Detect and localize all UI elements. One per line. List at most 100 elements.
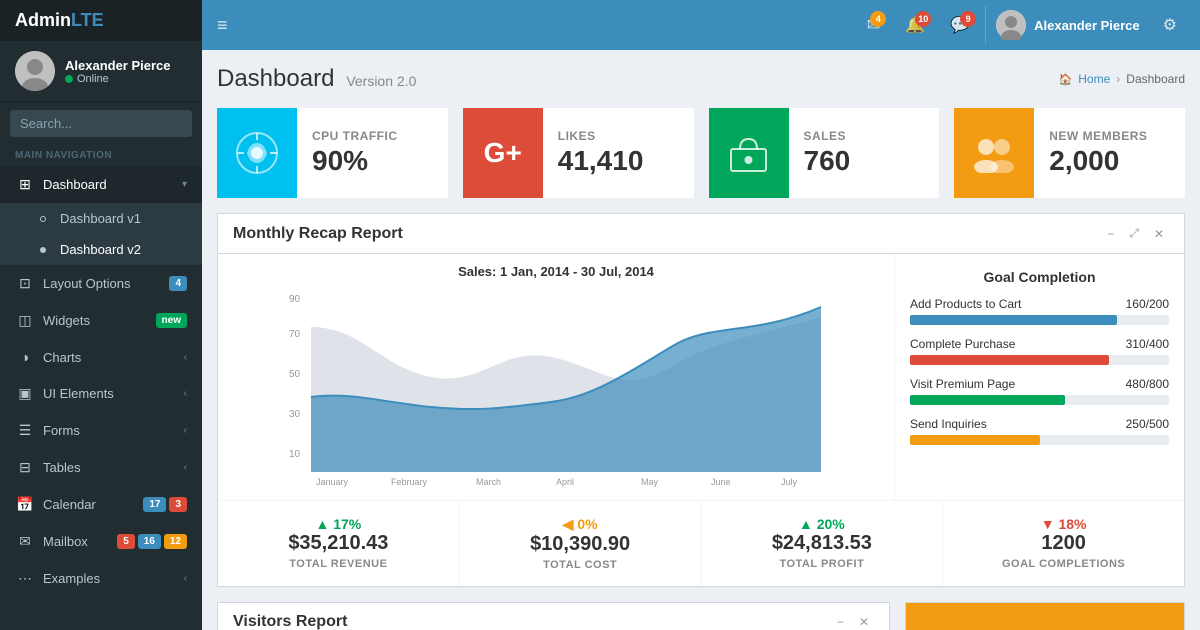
sidebar-logo-area: AdminLTE bbox=[0, 0, 202, 41]
chart-area: Sales: 1 Jan, 2014 - 30 Jul, 2014 90 70 … bbox=[218, 254, 894, 500]
stat-change: ▲ 17% bbox=[233, 516, 444, 532]
stats-row: CPU TRAFFIC 90% G+ LIKES 41,410 bbox=[217, 108, 1185, 198]
goal-bar bbox=[910, 395, 1065, 405]
stat-value: 90% bbox=[312, 145, 433, 177]
goal-label: Send Inquiries bbox=[910, 417, 987, 431]
stat-box-sales: SALES 760 bbox=[709, 108, 940, 198]
sidebar-item-mailbox[interactable]: ✉ Mailbox 5 16 12 bbox=[0, 523, 202, 560]
nav-badge-12: 12 bbox=[164, 534, 187, 549]
logo-lte: LTE bbox=[71, 10, 104, 30]
sidebar-item-dashboard[interactable]: ⊞ Dashboard ▾ bbox=[0, 166, 202, 203]
goal-label: Add Products to Cart bbox=[910, 297, 1021, 311]
goal-label: Complete Purchase bbox=[910, 337, 1015, 351]
dashboard-submenu: Dashboard v1 Dashboard v2 bbox=[0, 203, 202, 265]
sidebar-item-tables[interactable]: ⊟ Tables ‹ bbox=[0, 449, 202, 486]
settings-icon[interactable]: ⚙ bbox=[1155, 7, 1185, 43]
nav-badge-3: 3 bbox=[169, 497, 187, 512]
goal-bar-bg bbox=[910, 315, 1169, 325]
sidebar-item-ui[interactable]: ▣ UI Elements ‹ bbox=[0, 375, 202, 412]
user-dropdown[interactable]: Alexander Pierce bbox=[985, 6, 1150, 44]
stat-bottom-cost: ◀ 0% $10,390.90 TOTAL COST bbox=[460, 501, 702, 586]
forms-icon: ☰ bbox=[15, 422, 35, 439]
nav-item-left: ☰ Forms bbox=[15, 422, 80, 439]
nav-section-title: MAIN NAVIGATION bbox=[0, 145, 202, 166]
sidebar-item-charts[interactable]: ◑ Charts ‹ bbox=[0, 339, 202, 375]
nav-item-left: Dashboard v2 bbox=[40, 242, 141, 257]
chevron-right-icon: ‹ bbox=[184, 573, 187, 584]
nav-badge-17: 17 bbox=[143, 497, 166, 512]
card-tools: − ⤢ ✕ bbox=[1102, 224, 1169, 243]
sidebar-item-calendar[interactable]: 📅 Calendar 17 3 bbox=[0, 486, 202, 523]
stat-change: ▲ 20% bbox=[717, 516, 928, 532]
sidebar-item-label: Examples bbox=[43, 571, 100, 586]
notifications-mail-btn[interactable]: ✉ 4 bbox=[857, 7, 890, 43]
goal-header: Add Products to Cart 160/200 bbox=[910, 297, 1169, 311]
nav-item-left: Dashboard v1 bbox=[40, 211, 141, 226]
svg-text:January: January bbox=[316, 477, 349, 487]
search-input-wrap: 🔍 bbox=[10, 110, 192, 137]
sidebar-item-forms[interactable]: ☰ Forms ‹ bbox=[0, 412, 202, 449]
notifications-chat-btn[interactable]: 💬 9 bbox=[940, 7, 980, 43]
status-dot bbox=[65, 75, 73, 83]
sidebar-item-label: Forms bbox=[43, 423, 80, 438]
stat-content-cpu: CPU TRAFFIC 90% bbox=[297, 108, 448, 198]
goal-header: Complete Purchase 310/400 bbox=[910, 337, 1169, 351]
expand-button[interactable]: ⤢ bbox=[1124, 224, 1144, 243]
sidebar-item-label: UI Elements bbox=[43, 386, 114, 401]
sidebar-item-label: Calendar bbox=[43, 497, 96, 512]
stat-value: 41,410 bbox=[558, 145, 679, 177]
stat-label: CPU TRAFFIC bbox=[312, 129, 433, 143]
goal-bar bbox=[910, 315, 1117, 325]
status-text: Online bbox=[77, 73, 109, 85]
dashboard-icon: ⊞ bbox=[15, 176, 35, 193]
stat-bottom-goals: ▼ 18% 1200 GOAL COMPLETIONS bbox=[943, 501, 1184, 586]
sidebar-item-dashboard-v1[interactable]: Dashboard v1 bbox=[0, 203, 202, 234]
goal-item-1: Complete Purchase 310/400 bbox=[910, 337, 1169, 365]
svg-text:July: July bbox=[781, 477, 798, 487]
close-button[interactable]: ✕ bbox=[1149, 224, 1169, 243]
user-name: Alexander Pierce bbox=[65, 58, 171, 73]
stat-amount: 1200 bbox=[958, 532, 1169, 555]
goal-bar-bg bbox=[910, 435, 1169, 445]
chart-title: Sales: 1 Jan, 2014 - 30 Jul, 2014 bbox=[228, 264, 884, 279]
app-logo: AdminLTE bbox=[15, 10, 104, 31]
sidebar-item-examples[interactable]: ⋯ Examples ‹ bbox=[0, 560, 202, 597]
badge-pair: 5 16 12 bbox=[117, 534, 187, 549]
svg-text:June: June bbox=[711, 477, 731, 487]
navbar-left: ≡ bbox=[217, 15, 228, 36]
search-input[interactable] bbox=[10, 110, 192, 137]
user-info: Alexander Pierce Online bbox=[65, 58, 171, 85]
bell-badge: 10 bbox=[915, 11, 931, 27]
tables-icon: ⊟ bbox=[15, 459, 35, 476]
goal-header: Visit Premium Page 480/800 bbox=[910, 377, 1169, 391]
avatar bbox=[15, 51, 55, 91]
svg-text:March: March bbox=[476, 477, 501, 487]
sidebar-item-widgets[interactable]: ◫ Widgets new bbox=[0, 302, 202, 339]
hamburger-icon[interactable]: ≡ bbox=[217, 15, 228, 36]
stat-label: NEW MEMBERS bbox=[1049, 129, 1170, 143]
stat-value: 760 bbox=[804, 145, 925, 177]
notifications-bell-btn[interactable]: 🔔 10 bbox=[895, 7, 935, 43]
goal-header: Send Inquiries 250/500 bbox=[910, 417, 1169, 431]
sidebar-item-layout[interactable]: ⊡ Layout Options 4 bbox=[0, 265, 202, 302]
minimize-button[interactable]: − bbox=[832, 613, 849, 630]
chat-badge: 9 bbox=[960, 11, 976, 27]
goal-item-0: Add Products to Cart 160/200 bbox=[910, 297, 1169, 325]
minimize-button[interactable]: − bbox=[1102, 224, 1119, 243]
stat-box-cpu: CPU TRAFFIC 90% bbox=[217, 108, 448, 198]
nav-item-left: ⊟ Tables bbox=[15, 459, 81, 476]
nav-badge-16: 16 bbox=[138, 534, 161, 549]
nav-item-left: 📅 Calendar bbox=[15, 496, 96, 513]
goal-bar bbox=[910, 435, 1040, 445]
user-dropdown-name: Alexander Pierce bbox=[1034, 18, 1140, 33]
close-button[interactable]: ✕ bbox=[854, 613, 874, 630]
stat-box-likes: G+ LIKES 41,410 bbox=[463, 108, 694, 198]
inventory-card: INVENTORY 5,200 50% Increase in 30 Days bbox=[905, 602, 1185, 630]
goal-bar-bg bbox=[910, 395, 1169, 405]
stat-content-likes: LIKES 41,410 bbox=[543, 108, 694, 198]
sidebar-item-label: Widgets bbox=[43, 313, 90, 328]
breadcrumb-home[interactable]: Home bbox=[1078, 72, 1110, 86]
svg-text:70: 70 bbox=[289, 329, 301, 340]
badge-pair: 17 3 bbox=[143, 497, 187, 512]
sidebar-item-dashboard-v2[interactable]: Dashboard v2 bbox=[0, 234, 202, 265]
